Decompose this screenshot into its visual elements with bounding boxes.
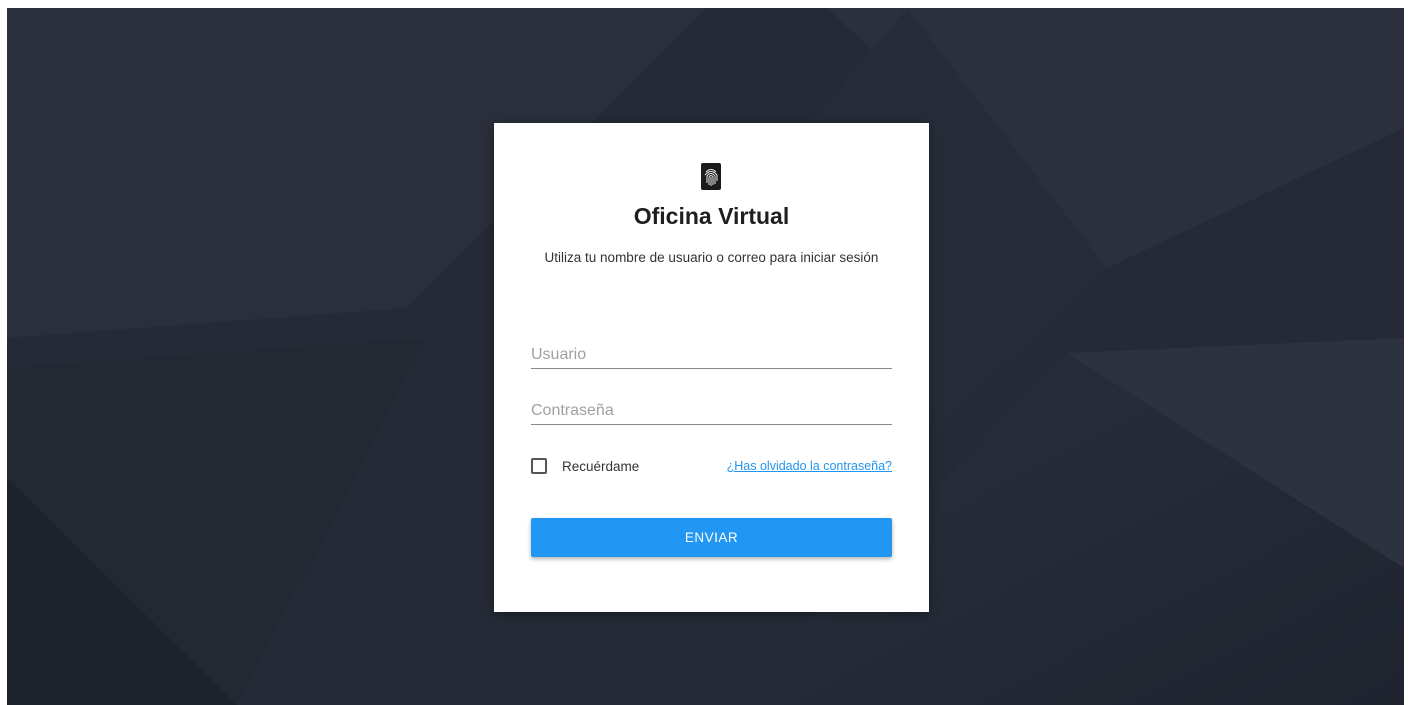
fingerprint-icon	[701, 163, 721, 190]
login-page-background: Oficina Virtual Utiliza tu nombre de usu…	[7, 8, 1404, 705]
username-field	[531, 344, 892, 369]
remember-me-checkbox[interactable]	[531, 458, 547, 474]
login-card: Oficina Virtual Utiliza tu nombre de usu…	[494, 123, 929, 612]
username-input[interactable]	[531, 344, 892, 366]
page-title: Oficina Virtual	[633, 203, 790, 229]
remember-me-option[interactable]: Recuérdame	[531, 456, 639, 476]
remember-me-label: Recuérdame	[562, 458, 640, 474]
submit-button[interactable]: ENVIAR	[531, 518, 892, 557]
password-field	[531, 400, 892, 425]
login-instructions: Utiliza tu nombre de usuario o correo pa…	[544, 250, 879, 265]
password-input[interactable]	[531, 400, 892, 422]
forgot-password-link[interactable]: ¿Has olvidado la contraseña?	[727, 459, 892, 473]
